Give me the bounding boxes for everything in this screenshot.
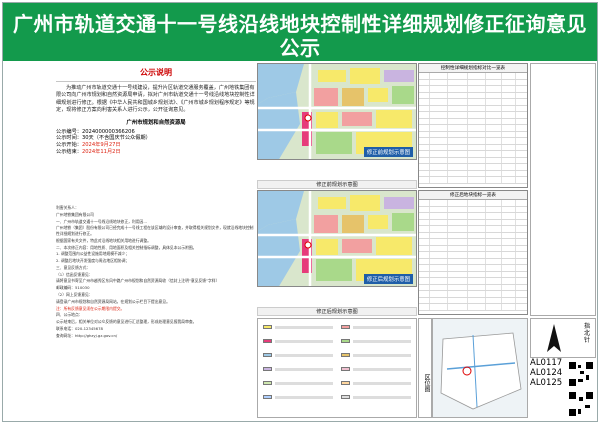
map-after-tag: 修正后规划示意图 — [363, 274, 413, 284]
legend-label-placeholder — [353, 368, 411, 371]
detail-note: 注：所有反馈意见须在公示期限内提交。 — [56, 305, 125, 311]
detail-line: 四、公示地点： — [56, 312, 83, 318]
notice-meta: 公示编号：2024000000366206 公示时间：30天（不含国庆节公众假期… — [56, 129, 256, 156]
map-before-tag: 修正前规划示意图 — [363, 147, 413, 157]
legend-label-placeholder — [353, 326, 411, 329]
table-title: 修正后地块指标一览表 — [419, 191, 527, 200]
notice-detail-text: 利害关系人： 广州地铁集团有限公司 一、广州市轨道交通十一号线沿线地块修正，利用… — [56, 205, 256, 418]
detail-line: 利害关系人： — [56, 205, 79, 210]
indicator-table-before: 控制性详细规划指标对比一览表 — [418, 63, 528, 188]
qr-code-icon — [568, 361, 594, 417]
notice-number: 2024000000366206 — [81, 128, 135, 135]
notice-panel: 公示说明 为推动广州市轨道交通十一号线建设，提升片区轨道交通服务覆盖，广州地铁集… — [56, 64, 256, 202]
detail-line: 1. 调整范围内公益性设施用地规模不减少； — [56, 251, 130, 257]
detail-line: （2）网上反馈意见： — [56, 291, 93, 297]
detail-line: 请登录广州市规划和自然资源局网站，在规划公示栏目下提出意见。 — [56, 298, 170, 304]
detail-line: 请将意见书寄至广州市越秀区东风中路广州市规划和自然资源局收（信封上注明“意见反馈… — [56, 278, 220, 284]
indicator-table-after: 修正后地块指标一览表 — [418, 190, 528, 315]
detail-line: 二、本次修正内容：用地性质、用地面积及相关控制指标调整，具体见本公示附图。 — [56, 244, 197, 250]
detail-line: （1）信函反馈意见： — [56, 271, 93, 277]
compass-panel: 指北针 — [530, 318, 596, 358]
legend-swatch — [341, 339, 350, 343]
legend-label-placeholder — [353, 340, 411, 343]
notice-heading: 公示说明 — [56, 64, 256, 82]
map-before: 修正前规划示意图 — [257, 63, 417, 160]
notice-period: 30天（不含国庆节公众假期） — [81, 135, 151, 142]
notice-number-label: 公示编号： — [56, 128, 82, 135]
right-info-column — [530, 63, 596, 316]
page-title: 广州市轨道交通十一号线沿线地块控制性详细规划修正征询意见公示 — [13, 12, 587, 60]
map-after-caption: 修正后规划示意图 — [257, 307, 417, 316]
map-before-caption: 修正前规划示意图 — [257, 180, 417, 189]
detail-line: 查询网址：http://ghzyj.gz.gov.cn/ — [56, 332, 118, 338]
legend-swatch — [263, 381, 272, 385]
legend-label-placeholder — [275, 326, 333, 329]
legend-swatch — [341, 381, 350, 385]
north-arrow-icon — [547, 324, 561, 352]
legend-swatch — [263, 395, 272, 399]
detail-line: 根据国家有关文件，特此对沿线地块相关用地进行调整。 — [56, 237, 151, 243]
notice-start-label: 公示开始： — [56, 142, 82, 149]
table-rows — [419, 73, 527, 184]
map-legend — [257, 318, 417, 418]
location-label: 区位图 — [418, 318, 432, 418]
legend-label-placeholder — [353, 354, 411, 357]
notice-authority: 广州市规划和自然资源局 — [126, 119, 186, 126]
detail-line: 邮政编码：510030 — [56, 285, 90, 291]
plot-codes: AL0117 AL0124 AL0125 — [530, 358, 596, 420]
detail-line: 一、广州市轨道交通十一号线沿线地块修正，利用因... — [56, 218, 147, 224]
notice-body: 为推动广州市轨道交通十一号线建设，提升片区轨道交通服务覆盖，广州地铁集团有限公司… — [56, 85, 255, 114]
legend-label-placeholder — [353, 382, 411, 385]
title-banner: 广州市轨道交通十一号线沿线地块控制性详细规划修正征询意见公示 （分段十三：中山八… — [3, 3, 597, 78]
detail-line: 三、意见反馈方式： — [56, 264, 91, 270]
legend-label-placeholder — [275, 354, 333, 357]
detail-line: 2. 调整后地块开发强度与周边地区相协调； — [56, 258, 130, 264]
map-before-drawing — [258, 64, 416, 159]
compass-label: 指北针 — [584, 323, 591, 344]
detail-line: 公示结束后，相关单位对公众反馈的意见进行汇总整理，形成处理意见报我局审查。 — [56, 319, 197, 325]
legend-swatch — [341, 395, 350, 399]
table-row — [419, 304, 527, 311]
notice-start: 2024年9月27日 — [81, 142, 121, 149]
legend-swatch — [263, 339, 272, 343]
detail-line: 广州地铁集团有限公司 — [56, 211, 94, 217]
notice-period-label: 公示时间： — [56, 135, 82, 142]
detail-line: 广州地铁（集团）股份有限公司已经完成十一号线工程在该区域的设计审查，并取得相关规… — [56, 225, 254, 236]
legend-label-placeholder — [275, 340, 333, 343]
legend-swatch — [341, 367, 350, 371]
legend-label-placeholder — [275, 396, 333, 399]
legend-label-placeholder — [275, 382, 333, 385]
notice-end-label: 公示结束： — [56, 149, 82, 156]
map-after-drawing — [258, 191, 416, 286]
notice-end: 2024年11月2日 — [81, 149, 121, 156]
map-after: 修正后规划示意图 — [257, 190, 417, 287]
table-rows — [419, 200, 527, 311]
legend-swatch — [263, 325, 272, 329]
legend-swatch — [341, 353, 350, 357]
legend-label-placeholder — [353, 396, 411, 399]
table-row — [419, 177, 527, 184]
legend-label-placeholder — [275, 368, 333, 371]
legend-swatch — [263, 367, 272, 371]
detail-line: 联系电话：020-12345678 — [56, 325, 103, 331]
legend-swatch — [341, 325, 350, 329]
table-title: 控制性详细规划指标对比一览表 — [419, 64, 527, 73]
legend-swatch — [263, 353, 272, 357]
location-map — [432, 318, 528, 418]
location-map-drawing — [433, 319, 527, 417]
